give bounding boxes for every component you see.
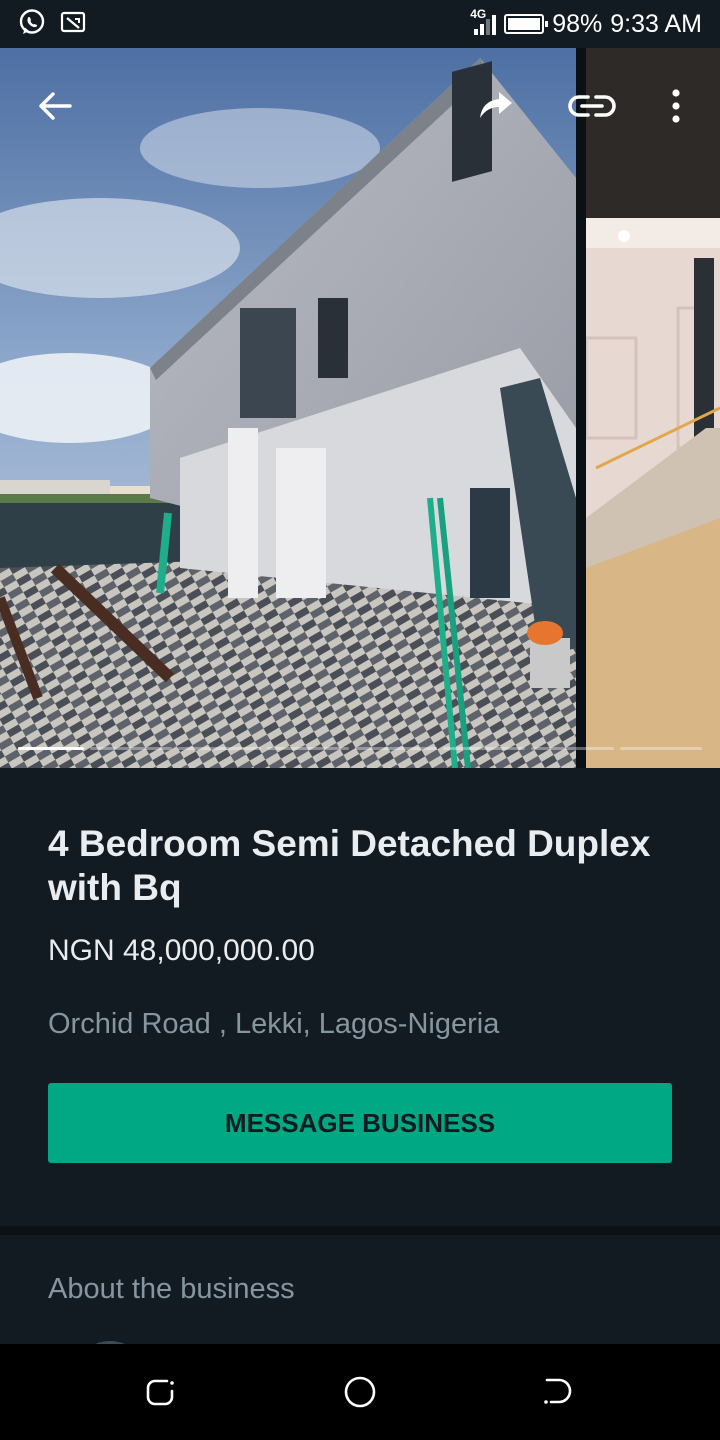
message-business-button[interactable]: MESSAGE BUSINESS [48, 1083, 672, 1163]
recent-apps-icon[interactable] [140, 1372, 180, 1412]
product-price: NGN 48,000,000.00 [48, 934, 315, 967]
battery-icon [504, 14, 549, 34]
cast-icon [60, 11, 86, 38]
clock: 9:33 AM [610, 9, 702, 38]
navigation-bar [0, 1344, 720, 1440]
back-icon[interactable] [538, 1372, 578, 1412]
status-bar: 4G 98% 9:33 AM [0, 0, 720, 48]
share-icon[interactable] [468, 78, 524, 134]
signal-icon: 4G [470, 7, 497, 39]
top-toolbar [0, 48, 720, 158]
product-location: Orchid Road , Lekki, Lagos-Nigeria [48, 1008, 500, 1040]
battery-percent: 98% [552, 9, 603, 38]
about-business-section: About the business [0, 1235, 720, 1344]
back-arrow-icon[interactable] [27, 78, 83, 134]
more-vert-icon[interactable] [648, 78, 704, 134]
product-details: 4 Bedroom Semi Detached Duplex with Bq N… [0, 768, 720, 1226]
section-divider [0, 1226, 720, 1235]
home-icon[interactable] [340, 1372, 380, 1412]
carousel-indicator [18, 747, 702, 750]
whatsapp-icon [18, 8, 46, 41]
about-business-title: About the business [48, 1273, 295, 1305]
product-title: 4 Bedroom Semi Detached Duplex with Bq [48, 823, 651, 908]
link-icon[interactable] [564, 78, 620, 134]
